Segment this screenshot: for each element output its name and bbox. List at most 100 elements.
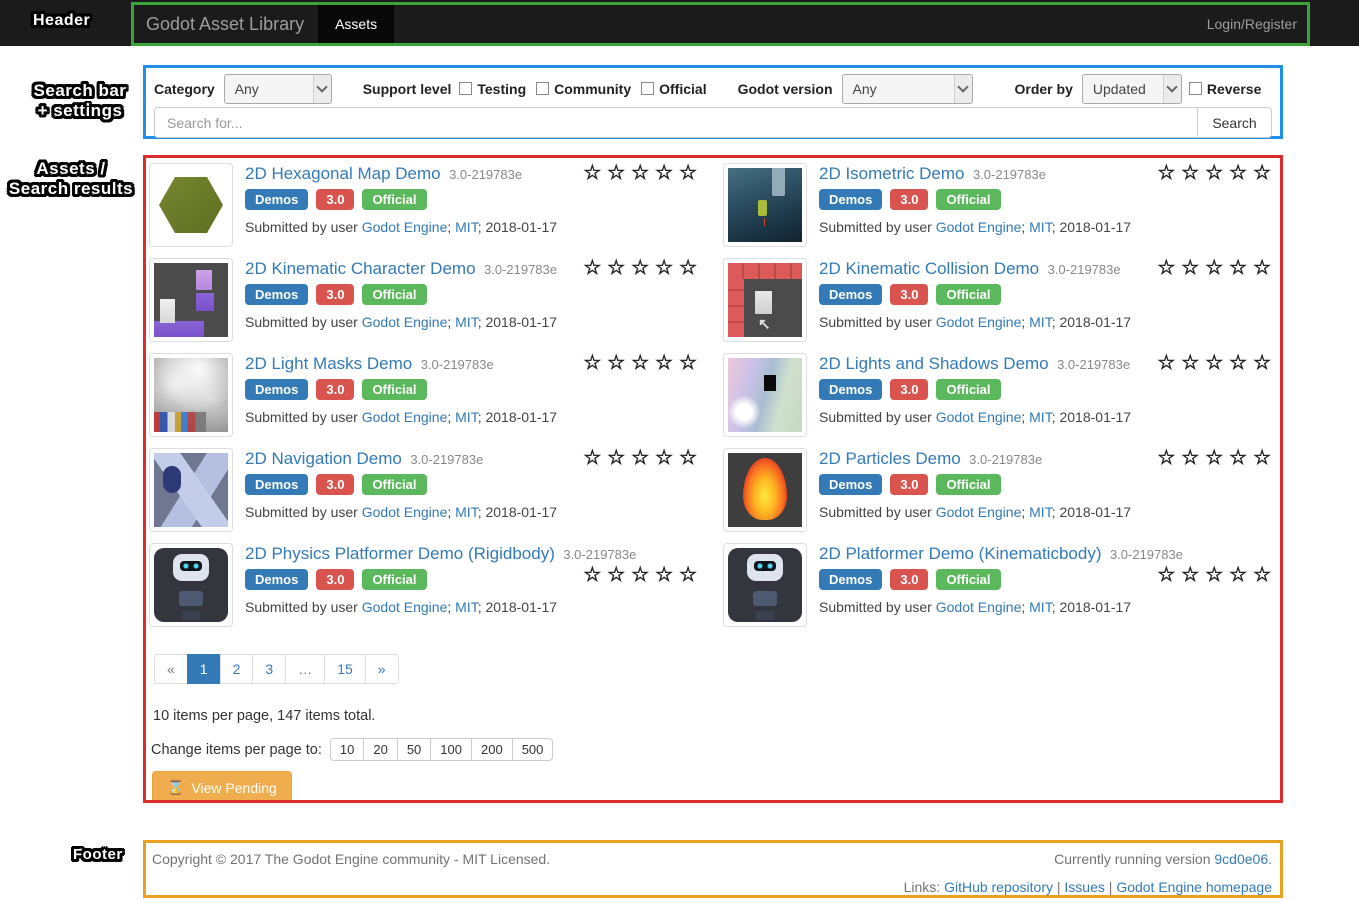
asset-thumbnail[interactable]: [149, 448, 233, 532]
license-link[interactable]: MIT: [1029, 409, 1052, 425]
author-link[interactable]: Godot Engine: [936, 219, 1022, 235]
asset-title-link[interactable]: 2D Platformer Demo (Kinematicbody): [819, 544, 1101, 563]
pagination-page-3[interactable]: 3: [252, 654, 286, 684]
license-link[interactable]: MIT: [1029, 314, 1052, 330]
testing-checkbox[interactable]: [459, 82, 472, 95]
rating-stars: ☆☆☆☆☆: [583, 445, 703, 470]
asset-title-link[interactable]: 2D Hexagonal Map Demo: [245, 164, 441, 183]
author-link[interactable]: Godot Engine: [362, 314, 448, 330]
pagination-page-1[interactable]: 1: [187, 654, 221, 684]
asset-card-body: ☆☆☆☆☆ 2D Kinematic Collision Demo 3.0-21…: [819, 258, 1283, 353]
version-badge: 3.0: [890, 284, 928, 305]
submitted-prefix: Submitted by user: [245, 409, 358, 425]
license-link[interactable]: MIT: [455, 599, 478, 615]
nav-tab-assets[interactable]: Assets: [318, 5, 394, 43]
asset-card: ☆☆☆☆☆ 2D Navigation Demo 3.0-219783e Dem…: [149, 448, 709, 543]
asset-thumbnail[interactable]: [723, 448, 807, 532]
godot-homepage-link[interactable]: Godot Engine homepage: [1116, 879, 1272, 895]
asset-version: 3.0-219783e: [1110, 547, 1183, 562]
page-size-200[interactable]: 200: [471, 738, 513, 761]
pagination-page-2[interactable]: 2: [220, 654, 254, 684]
asset-thumbnail[interactable]: [149, 353, 233, 437]
asset-version: 3.0-219783e: [1048, 262, 1121, 277]
license-link[interactable]: MIT: [455, 219, 478, 235]
author-link[interactable]: Godot Engine: [362, 409, 448, 425]
asset-thumbnail[interactable]: [723, 353, 807, 437]
author-link[interactable]: Godot Engine: [936, 409, 1022, 425]
asset-title-link[interactable]: 2D Physics Platformer Demo (Rigidbody): [245, 544, 555, 563]
version-badge: 3.0: [316, 379, 354, 400]
godot-version-select[interactable]: Any: [842, 74, 973, 104]
author-link[interactable]: Godot Engine: [936, 504, 1022, 520]
version-badge: 3.0: [890, 569, 928, 590]
page-size-10[interactable]: 10: [330, 738, 364, 761]
submitted-line: Submitted by user Godot Engine; MIT; 201…: [245, 219, 709, 235]
submit-date: 2018-01-17: [1059, 314, 1131, 330]
submitted-prefix: Submitted by user: [245, 314, 358, 330]
reverse-checkbox[interactable]: [1189, 82, 1202, 95]
license-link[interactable]: MIT: [455, 409, 478, 425]
rating-stars: ☆☆☆☆☆: [1157, 255, 1277, 280]
version-badge: 3.0: [890, 379, 928, 400]
asset-title-link[interactable]: 2D Particles Demo: [819, 449, 961, 468]
footer-section: Copyright © 2017 The Godot Engine commun…: [143, 840, 1283, 898]
submit-date: 2018-01-17: [1059, 599, 1131, 615]
asset-card-body: ☆☆☆☆☆ 2D Platformer Demo (Kinematicbody)…: [819, 543, 1283, 638]
license-link[interactable]: MIT: [1029, 504, 1052, 520]
asset-thumbnail[interactable]: [149, 258, 233, 342]
godot-version-select-value: Any: [853, 81, 877, 97]
submitted-line: Submitted by user Godot Engine; MIT; 201…: [819, 219, 1283, 235]
asset-thumbnail[interactable]: [149, 543, 233, 627]
pagination-page-15[interactable]: 15: [324, 654, 366, 684]
order-by-select[interactable]: Updated: [1082, 74, 1182, 104]
asset-thumbnail[interactable]: [723, 258, 807, 342]
license-link[interactable]: MIT: [1029, 219, 1052, 235]
asset-title-link[interactable]: 2D Isometric Demo: [819, 164, 964, 183]
search-input[interactable]: [154, 107, 1198, 138]
category-select[interactable]: Any: [224, 74, 332, 104]
asset-thumbnail[interactable]: [149, 163, 233, 247]
login-register-link[interactable]: Login/Register: [1207, 16, 1297, 32]
asset-badges: Demos 3.0 Official: [819, 189, 1283, 210]
separator: ;: [478, 599, 482, 615]
asset-badges: Demos 3.0 Official: [819, 379, 1283, 400]
license-link[interactable]: MIT: [455, 314, 478, 330]
license-link[interactable]: MIT: [455, 504, 478, 520]
author-link[interactable]: Godot Engine: [362, 504, 448, 520]
asset-title-link[interactable]: 2D Lights and Shadows Demo: [819, 354, 1049, 373]
author-link[interactable]: Godot Engine: [936, 314, 1022, 330]
category-badge: Demos: [245, 379, 308, 400]
asset-title-link[interactable]: 2D Navigation Demo: [245, 449, 402, 468]
submitted-prefix: Submitted by user: [819, 504, 932, 520]
separator: ;: [447, 409, 451, 425]
pagination-prev[interactable]: «: [154, 654, 188, 684]
submit-date: 2018-01-17: [485, 504, 557, 520]
view-pending-button[interactable]: ⌛ View Pending: [152, 771, 292, 803]
page-size-500[interactable]: 500: [512, 738, 554, 761]
author-link[interactable]: Godot Engine: [362, 219, 448, 235]
page-size-100[interactable]: 100: [430, 738, 472, 761]
license-link[interactable]: MIT: [1029, 599, 1052, 615]
github-repository-link[interactable]: GitHub repository: [944, 879, 1053, 895]
asset-thumbnail[interactable]: [723, 543, 807, 627]
pagination-next[interactable]: »: [365, 654, 399, 684]
official-checkbox[interactable]: [641, 82, 654, 95]
asset-thumbnail[interactable]: [723, 163, 807, 247]
page-size-20[interactable]: 20: [363, 738, 397, 761]
submit-date: 2018-01-17: [485, 409, 557, 425]
issues-link[interactable]: Issues: [1064, 879, 1104, 895]
asset-title-link[interactable]: 2D Kinematic Character Demo: [245, 259, 476, 278]
page-size-50[interactable]: 50: [397, 738, 431, 761]
category-badge: Demos: [819, 189, 882, 210]
category-select-value: Any: [235, 81, 259, 97]
version-badge: 3.0: [316, 569, 354, 590]
search-button[interactable]: Search: [1198, 107, 1272, 138]
asset-title-link[interactable]: 2D Kinematic Collision Demo: [819, 259, 1039, 278]
community-checkbox[interactable]: [536, 82, 549, 95]
author-link[interactable]: Godot Engine: [362, 599, 448, 615]
separator: ;: [478, 409, 482, 425]
version-link[interactable]: 9cd0e06: [1214, 851, 1268, 867]
brand-link[interactable]: Godot Asset Library: [146, 14, 304, 35]
asset-title-link[interactable]: 2D Light Masks Demo: [245, 354, 412, 373]
author-link[interactable]: Godot Engine: [936, 599, 1022, 615]
